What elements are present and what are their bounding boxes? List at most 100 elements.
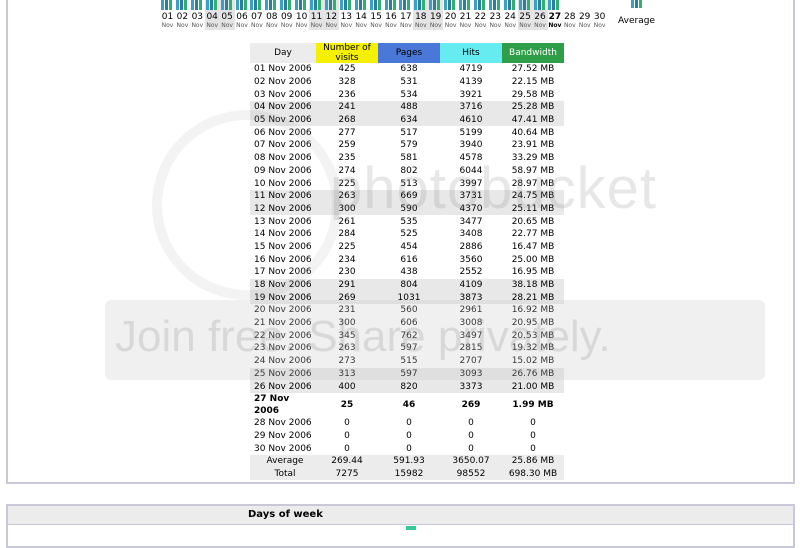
- day-bar: [444, 0, 448, 10]
- month-label: Nov: [474, 22, 487, 29]
- cell-visits: 25: [340, 399, 354, 410]
- day-bar: [165, 0, 168, 10]
- day-bar: [318, 0, 321, 10]
- day-bar: [537, 0, 541, 10]
- day-bar: [533, 0, 537, 10]
- day-bar: [552, 0, 556, 10]
- day-label: 07: [251, 12, 263, 22]
- day-label: 20: [444, 12, 457, 22]
- day-bar: [269, 0, 273, 10]
- day-bar: [161, 0, 164, 10]
- month-label: Nov: [593, 22, 606, 29]
- cell-pages: 634: [378, 113, 440, 127]
- cell-hits: 3650.07: [440, 454, 502, 468]
- col-header-pages: Pages: [378, 43, 440, 63]
- day-bar: [169, 0, 172, 10]
- table-row: 03 Nov 2006 236 534 3921 29.58 MB: [250, 88, 564, 101]
- day-label: 24: [504, 12, 516, 22]
- day-bar: [332, 0, 336, 10]
- month-label: Nov: [191, 22, 204, 29]
- cell-pages: 0: [406, 430, 412, 441]
- month-label: Nov: [534, 22, 546, 29]
- average-label: Average: [618, 16, 655, 26]
- day-bar: [328, 0, 332, 10]
- cell-bandwidth: 22.77 MB: [511, 229, 555, 240]
- day-bar: [488, 0, 492, 10]
- day-bar: [205, 0, 209, 10]
- month-label: Nov: [429, 22, 442, 29]
- col-header-visits: Number of visits: [316, 43, 378, 63]
- day-label: 14: [355, 12, 367, 22]
- day-bar: [273, 0, 277, 10]
- day-bar: [303, 0, 307, 10]
- day-bar: [418, 0, 422, 10]
- cell-hits: 4109: [440, 278, 502, 292]
- day-bar: [347, 0, 351, 10]
- cell-hits: 0: [468, 430, 474, 441]
- day-bar: [213, 0, 217, 10]
- month-label: Nov: [414, 22, 427, 29]
- day-bar: [518, 0, 522, 10]
- day-bar: [414, 0, 418, 10]
- day-bar: [228, 0, 232, 10]
- day-label: 22: [474, 12, 487, 22]
- cell-bandwidth: 698.30 MB: [502, 467, 564, 481]
- month-label: Nov: [385, 22, 397, 29]
- day-bar: [362, 0, 366, 10]
- day-bar: [220, 0, 224, 10]
- day-label: 16: [385, 12, 397, 22]
- cell-pages: 531: [400, 77, 418, 88]
- day-column: 25 Nov: [517, 0, 533, 30]
- day-column: 07 Nov: [249, 0, 264, 30]
- table-row: Average 269.44 591.93 3650.07 25.86 MB: [250, 454, 564, 468]
- day-bar: [407, 0, 411, 10]
- day-bar: [541, 0, 545, 10]
- day-label: 27: [548, 12, 562, 22]
- day-label: 15: [370, 12, 382, 22]
- cell-bandwidth: 0: [530, 418, 536, 429]
- day-bar: [284, 0, 288, 10]
- day-bar: [433, 0, 437, 10]
- cell-pages: 517: [400, 127, 418, 138]
- cell-hits: 3940: [459, 140, 483, 151]
- cell-visits: 328: [338, 77, 356, 88]
- day-bar: [548, 0, 552, 10]
- cell-bandwidth: 21.00 MB: [502, 380, 564, 393]
- day-label: 05: [221, 12, 233, 22]
- day-bar: [467, 0, 470, 10]
- cell-bandwidth: 1.99 MB: [512, 399, 554, 410]
- table-row: 04 Nov 2006 241 488 3716 25.28 MB: [250, 101, 564, 114]
- cell-visits: 277: [338, 127, 356, 138]
- cell-hits: 3373: [440, 380, 502, 393]
- month-label: Nov: [251, 22, 263, 29]
- day-label: 13: [340, 12, 353, 22]
- month-label: Nov: [280, 22, 293, 29]
- day-bar: [448, 0, 452, 10]
- day-bar: [526, 0, 530, 10]
- day-bar: [507, 0, 511, 10]
- average-bar-segment: [635, 0, 638, 8]
- month-label: Nov: [355, 22, 368, 29]
- table-row: 29 Nov 2006 0 0 0 0: [250, 430, 564, 443]
- day-bar: [377, 0, 381, 10]
- day-bar: [399, 0, 403, 10]
- month-label: Nov: [444, 22, 457, 29]
- day-bar: [358, 0, 362, 10]
- cell-visits: 0: [344, 443, 350, 454]
- day-bar: [388, 0, 392, 10]
- cell-pages: 591.93: [378, 454, 440, 468]
- month-label: Nov: [236, 22, 248, 29]
- day-bar: [250, 0, 254, 10]
- cell-hits: 4610: [440, 113, 502, 127]
- watermark-tagline: Join free. Share privately.: [115, 312, 611, 361]
- day-label: 04: [206, 12, 218, 22]
- day-column: 03 Nov: [190, 0, 205, 30]
- col-header-hits: Hits: [440, 43, 502, 63]
- cell-bandwidth: 40.64 MB: [511, 127, 555, 138]
- month-label: Nov: [325, 22, 338, 29]
- day-column: 01 Nov: [160, 0, 175, 30]
- cell-pages: 0: [406, 443, 412, 454]
- cell-bandwidth: 0: [530, 430, 536, 441]
- watermark-logo-ring: [152, 110, 342, 300]
- month-label: Nov: [310, 22, 323, 29]
